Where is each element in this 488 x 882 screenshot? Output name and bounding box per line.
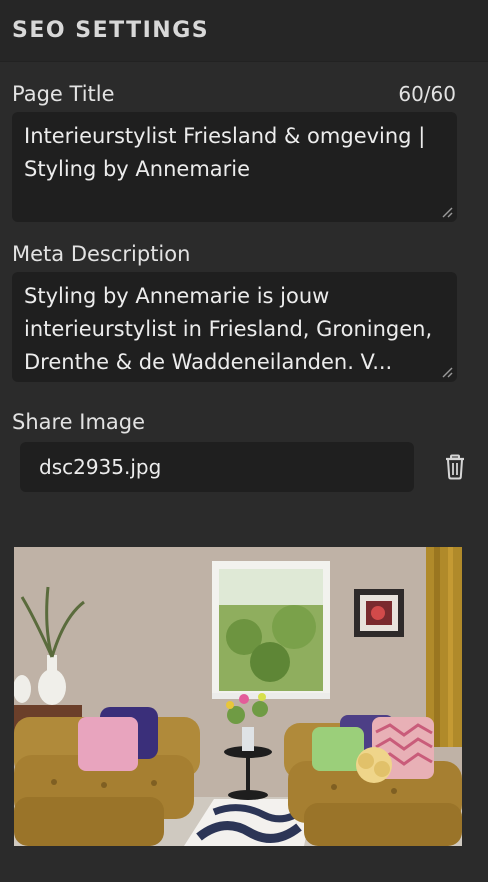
trash-icon[interactable] [444,454,466,480]
panel-header: SEO SETTINGS [0,0,488,62]
resize-handle-icon[interactable] [441,206,453,218]
panel-title: SEO SETTINGS [12,18,210,43]
page-title-label-row: Page Title 60/60 [0,82,488,106]
meta-description-label: Meta Description [12,242,191,266]
share-image-filename: dsc2935.jpg [39,455,162,479]
share-image-row: dsc2935.jpg [0,442,488,492]
share-image-filename-field[interactable]: dsc2935.jpg [20,442,414,492]
seo-settings-panel: SEO SETTINGS Page Title 60/60 Interieurs… [0,0,488,882]
page-title-text: Interieurstylist Friesland & omgeving | … [24,124,426,181]
share-image-preview [14,547,462,846]
share-image-label: Share Image [12,410,146,434]
resize-handle-icon[interactable] [441,366,453,378]
meta-description-input[interactable]: Styling by Annemarie is jouw interieurst… [12,272,457,382]
character-counter: 60/60 [398,82,456,106]
living-room-photo [14,547,462,846]
page-title-input[interactable]: Interieurstylist Friesland & omgeving | … [12,112,457,222]
meta-description-label-row: Meta Description [0,242,488,266]
meta-description-text: Styling by Annemarie is jouw interieurst… [24,284,433,374]
share-image-label-row: Share Image [0,410,488,434]
page-title-label: Page Title [12,82,115,106]
